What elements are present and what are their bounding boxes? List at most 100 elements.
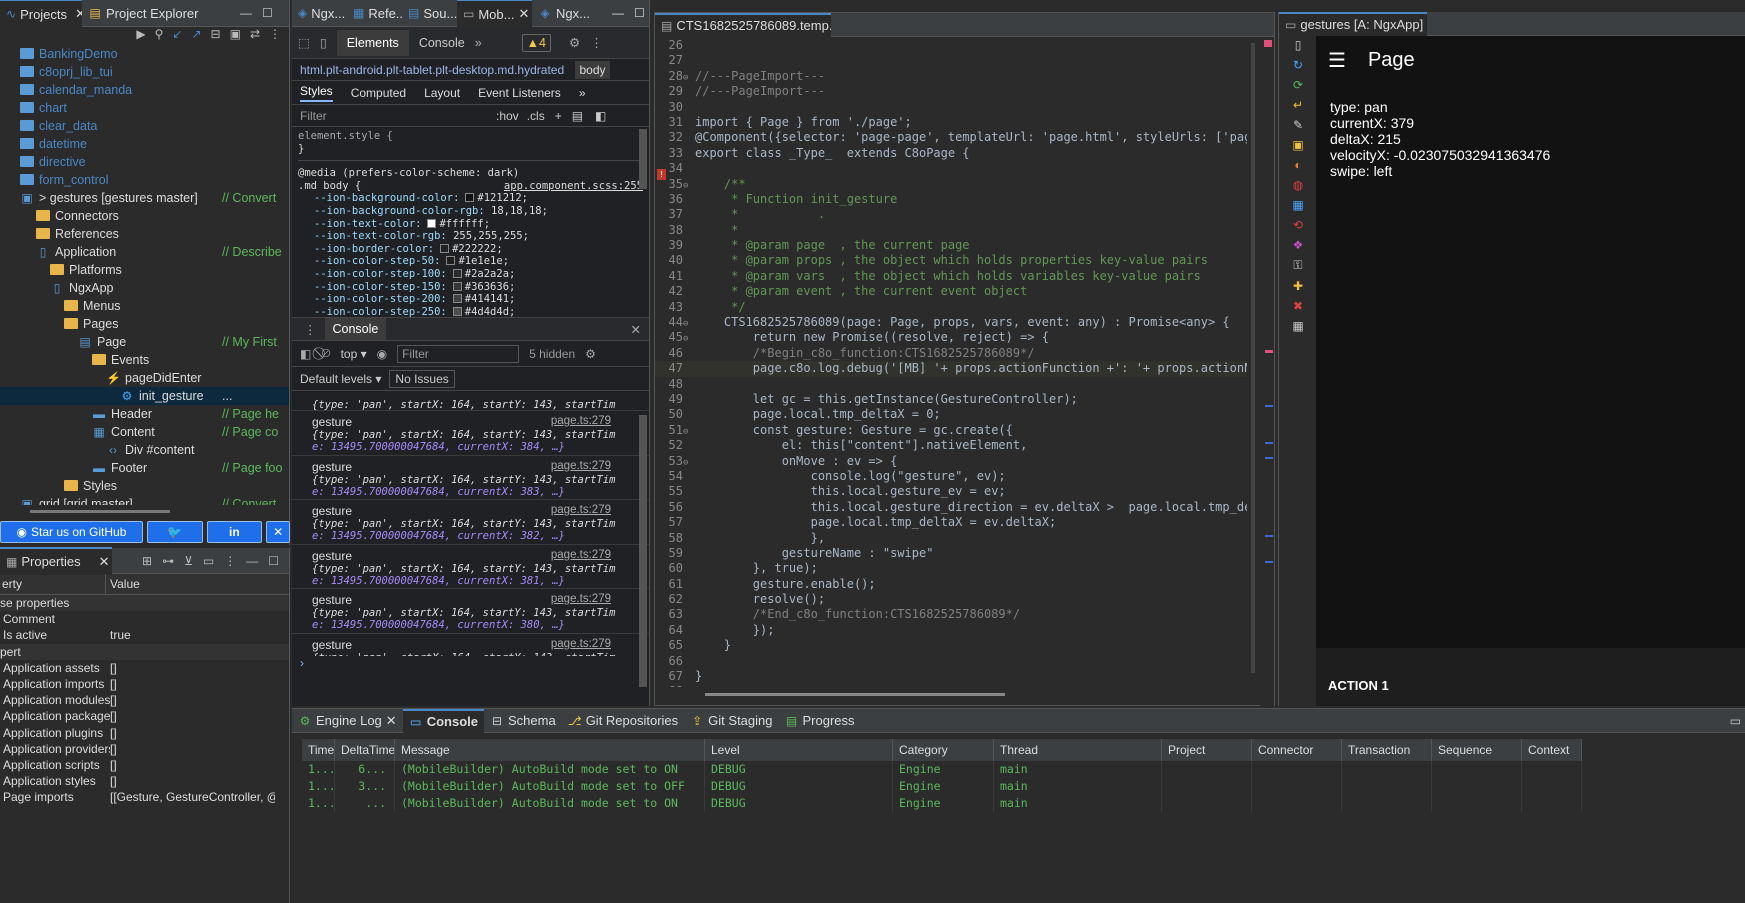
log-col-header[interactable]: Connector [1252,739,1342,761]
paint-icon[interactable]: ▤ [572,109,583,123]
tree-item[interactable]: BankingDemo [0,45,289,63]
tree-item[interactable]: chart [0,99,289,117]
console-scrollbar[interactable] [639,415,647,687]
package-icon[interactable]: ❖ [1293,238,1304,252]
context-select[interactable]: top ▾ [341,347,367,361]
color-swatch[interactable] [446,256,456,266]
action-button[interactable]: ACTION 1 [1328,678,1389,693]
table-icon[interactable]: ▦ [1292,319,1303,333]
log-col-header[interactable]: DeltaTime [335,739,395,761]
tab-git-repositories[interactable]: ⎇ Git Repositories [562,709,684,733]
console-prompt[interactable]: › [292,656,649,676]
tree-item[interactable]: c8oprj_lib_tui [0,63,289,81]
maximize-icon[interactable]: ☐ [268,554,279,568]
minimize-icon[interactable]: — [240,6,252,20]
sync-icon[interactable]: ⟲ [1293,218,1303,232]
linkedin-button[interactable]: in [206,521,263,543]
tab-elements[interactable]: Elements [336,29,409,56]
tree-item[interactable]: datetime [0,135,289,153]
breadcrumb-html[interactable]: html.plt-android.plt-tablet.plt-desktop.… [300,63,564,77]
menu-icon[interactable]: ⋮ [269,27,281,45]
tab-source[interactable]: ▤ Sou... [402,0,457,27]
reload-icon[interactable]: ⟳ [1293,78,1303,92]
editor-tab[interactable]: ▤ CTS1682525786089.temp.ts ✕ [655,12,831,37]
log-source-link[interactable]: page.ts:279 [551,460,611,472]
device-icon[interactable]: ▯ [320,35,327,50]
property-row[interactable]: Application modules[] [0,692,289,708]
error-icon[interactable]: ! [657,169,666,180]
log-col-header[interactable]: Category [893,739,994,761]
color-swatch[interactable] [452,306,462,316]
property-row[interactable]: Application plugins [] [0,725,289,741]
refresh-icon[interactable]: ↻ [1293,58,1303,72]
github-button[interactable]: ◉ Star us on GitHub [0,521,143,543]
tab-git-staging[interactable]: ⇪ Git Staging [684,709,778,733]
code-area[interactable]: 26 27 28⊖//---PageImport--- 29 //---PageI… [655,37,1247,687]
log-source-link[interactable]: page.ts:279 [551,504,611,516]
property-row[interactable]: Application scripts [] [0,757,289,773]
tab-styles[interactable]: Styles [300,84,333,102]
property-row[interactable]: Application assets [] [0,660,289,676]
css-property-row[interactable]: --ion-background-color-rgb: 18,18,18; [298,205,643,218]
tab-computed[interactable]: Computed [351,86,406,100]
preview-tab[interactable]: ▭ gestures [A: NgxApp] ✕ [1279,11,1427,36]
tab-references[interactable]: ▦Refe... [347,0,402,27]
color-swatch[interactable] [452,281,462,291]
property-row[interactable]: Is active true [0,627,289,643]
console-drawer-tab[interactable]: Console [324,318,387,340]
tab-progress[interactable]: ▤ Progress [779,709,861,733]
color-swatch[interactable] [465,193,475,203]
css-property-row[interactable]: --ion-background-color: #121212; [298,192,643,205]
log-entry[interactable]: gesturepage.ts:279{type: 'pan', startX: … [292,589,649,634]
search-icon[interactable]: ⚲ [155,27,164,45]
color-swatch[interactable] [427,218,437,228]
tree-item[interactable]: ▬ Footer // Page foo [0,459,289,477]
levels-select[interactable]: Default levels ▾ [300,372,381,386]
tree-item[interactable]: ⚡ pageDidEnter [0,369,289,387]
arrow-icon[interactable]: ↙ [172,27,182,45]
log-entry[interactable]: gesturepage.ts:279{type: 'pan', startX: … [292,500,649,545]
issues-button[interactable]: No Issues [389,369,455,388]
breadcrumb-body[interactable]: body [575,61,610,79]
log-entry[interactable]: gesturepage.ts:279{type: 'pan', startX: … [292,545,649,589]
property-row[interactable]: Application imports [] [0,676,289,692]
tree-item[interactable]: Events [0,351,289,369]
tree-item[interactable]: ▣ grid [grid master] // Convert [0,495,289,505]
tree-item[interactable]: ▣ > gestures [gestures master] // Convert [0,189,289,207]
more-icon[interactable]: » [579,86,586,100]
settings-icon[interactable]: ⚙ [569,35,580,50]
css-property-row[interactable]: --ion-border-color: #222222; [298,243,643,256]
property-row[interactable]: Application packages[] [0,708,289,724]
property-row[interactable]: Application providers[] [0,741,289,757]
restore-icon[interactable]: ▭ [203,554,214,568]
maximize-icon[interactable]: ☐ [634,6,645,20]
css-property-row[interactable]: --ion-color-step-200: #414141; [298,293,643,306]
collapse-icon[interactable]: ⊟ [211,27,221,45]
property-row[interactable]: Page imports [[Gesture, GestureController… [0,789,289,805]
styles-scrollbar[interactable] [639,129,647,189]
tree-item[interactable]: ▤ Page // My First [0,333,289,351]
css-property-row[interactable]: --ion-color-step-50: #1e1e1e; [298,255,643,268]
menu-icon[interactable]: ⋮ [224,554,236,568]
close-icon[interactable]: ✕ [631,322,641,337]
log-col-header[interactable]: Transaction [1342,739,1432,761]
clear-icon[interactable]: ⃠⊘ [321,346,330,361]
tree-item[interactable]: Menus [0,297,289,315]
hamburger-icon[interactable]: ☰ [1328,48,1346,73]
view-menu-icon[interactable]: ▭ [1730,714,1741,728]
close-icon[interactable]: ✕ [75,6,82,22]
edit-icon[interactable]: ✎ [1293,118,1303,132]
log-entry[interactable]: gesturepage.ts:279{type: 'pan', startX: … [292,411,649,456]
add-rule-icon[interactable]: + [555,109,562,123]
more-tabs-icon[interactable]: » [475,36,482,50]
tree-item[interactable]: Connectors [0,207,289,225]
css-property-row[interactable]: --ion-color-step-250: #4d4d4d; [298,306,643,317]
css-property-row[interactable]: --ion-text-color-rgb: 255,255,255; [298,230,643,243]
console-filter[interactable]: Filter [397,344,520,363]
return-icon[interactable]: ↵ [1293,98,1303,112]
property-row[interactable]: pert [0,643,289,660]
warning-badge[interactable]: ▲4 [521,33,551,52]
run-icon[interactable]: ▶ [136,27,145,45]
tab-ngx-1[interactable]: ◈ Ngx... [292,0,347,27]
log-source-link[interactable]: page.ts:279 [551,638,611,650]
